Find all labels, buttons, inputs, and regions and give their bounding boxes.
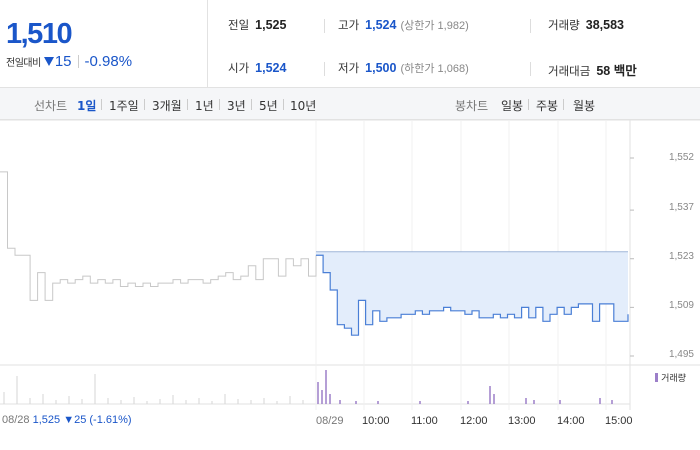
today-area-fill	[316, 251, 628, 336]
period-10y[interactable]: 10년	[290, 97, 316, 114]
current-price: 1,510	[6, 18, 73, 50]
x-tick: 15:00	[605, 415, 633, 427]
quote-summary: 1,510 전일대비 15 -0.98% 전일 1,525 고가 1,524 (상한가…	[0, 0, 700, 88]
price-box: 1,510 전일대비 15 -0.98%	[0, 0, 208, 88]
stat-amount: 거래대금 58 백만	[548, 64, 637, 78]
y-tick: 1,495	[668, 349, 694, 360]
divider	[77, 55, 79, 68]
chart-legend: 거래량	[655, 371, 686, 384]
x-tick: 10:00	[362, 415, 390, 427]
stat-volume: 거래량 38,583	[548, 18, 624, 32]
volume-legend-swatch	[655, 373, 659, 382]
change-line: 전일대비 15 -0.98%	[6, 53, 132, 70]
stat-open: 시가 1,524	[228, 61, 287, 75]
x-tick: 14:00	[557, 415, 585, 427]
line-chart-label: 선차트	[34, 99, 68, 113]
x-tick: 12:00	[460, 415, 488, 427]
stat-high: 고가 1,524 (상한가 1,982)	[338, 18, 469, 32]
candle-chart-label: 봉차트	[455, 99, 489, 113]
divider	[530, 19, 531, 33]
period-5y[interactable]: 5년	[259, 97, 278, 114]
y-tick: 1,552	[668, 152, 694, 163]
candle-daily[interactable]: 일봉	[501, 97, 523, 114]
divider	[324, 62, 325, 76]
period-1y[interactable]: 1년	[195, 97, 214, 114]
y-tick: 1,523	[668, 251, 694, 262]
change-label: 전일대비	[6, 58, 41, 69]
x-tick: 13:00	[508, 415, 536, 427]
period-3m[interactable]: 3개월	[152, 97, 182, 114]
divider	[324, 19, 325, 33]
candle-monthly[interactable]: 월봉	[573, 97, 595, 114]
period-3y[interactable]: 3년	[227, 97, 246, 114]
x-tick: 11:00	[411, 415, 438, 427]
price-chart: 1,552 1,537 1,523 1,509 1,495 거래량 08/28 …	[0, 120, 700, 450]
candle-weekly[interactable]: 주봉	[536, 97, 558, 114]
y-tick: 1,537	[668, 202, 694, 213]
prev-day-line	[0, 171, 317, 301]
stat-prev-close: 전일 1,525	[228, 18, 287, 32]
y-tick: 1,509	[668, 300, 694, 311]
change-percent: -0.98%	[84, 53, 133, 70]
stat-low: 저가 1,500 (하한가 1,068)	[338, 61, 469, 75]
prev-day-label: 08/28 1,525 ▼25 (-1.61%)	[2, 414, 132, 426]
period-bar: 선차트 1일 1주일 3개월 1년 3년 5년 10년 봉차트 일봉 주봉 월봉	[0, 88, 700, 120]
period-1d[interactable]: 1일	[77, 97, 96, 114]
period-1w[interactable]: 1주일	[109, 97, 139, 114]
chart-canvas	[0, 120, 700, 410]
x-tick: 08/29	[316, 415, 344, 427]
divider	[530, 62, 531, 76]
change-amount: 15	[54, 53, 72, 70]
down-arrow-icon	[43, 57, 54, 66]
